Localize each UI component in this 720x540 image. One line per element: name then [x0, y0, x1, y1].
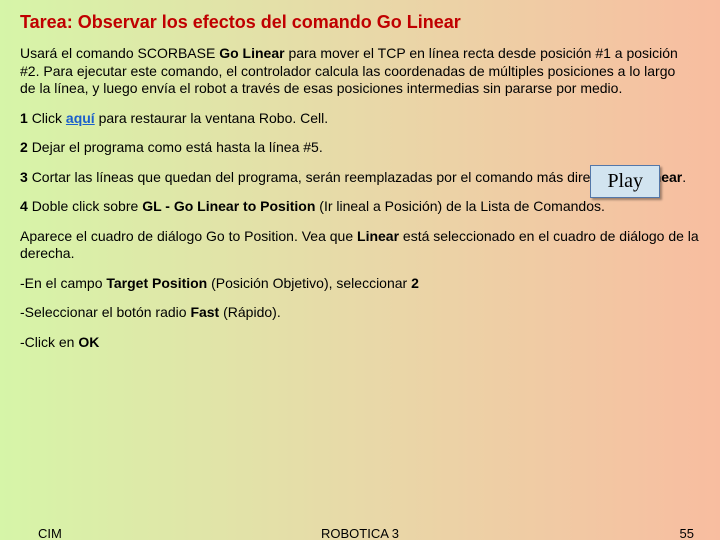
footer-center: ROBOTICA 3 [0, 526, 720, 540]
note-target-bold: Target Position [106, 275, 207, 291]
step-3-pre: Cortar las líneas que quedan del program… [32, 169, 617, 185]
step-4-bold: GL - Go Linear to Position [142, 198, 315, 214]
step-1-pre: Click [32, 110, 66, 126]
step-4: 4 Doble click sobre GL - Go Linear to Po… [20, 198, 700, 216]
step-2: 2 Dejar el programa como está hasta la l… [20, 139, 450, 157]
step-4-num: 4 [20, 198, 32, 214]
step-3-post: . [682, 169, 686, 185]
footer-page-number: 55 [680, 526, 694, 540]
note-fast-bold: Fast [190, 304, 219, 320]
step-1-post: para restaurar la ventana Robo. Cell. [95, 110, 328, 126]
note-target-mid: (Posición Objetivo), seleccionar [207, 275, 411, 291]
step-1-num: 1 [20, 110, 32, 126]
intro-pre: Usará el comando SCORBASE [20, 45, 219, 61]
note-ok: -Click en OK [20, 334, 700, 352]
intro-paragraph: Usará el comando SCORBASE Go Linear para… [20, 45, 680, 98]
play-button[interactable]: Play [590, 165, 660, 198]
page-title: Tarea: Observar los efectos del comando … [20, 12, 700, 33]
note-fast: -Seleccionar el botón radio Fast (Rápido… [20, 304, 700, 322]
note-linear: Aparece el cuadro de diálogo Go to Posit… [20, 228, 700, 263]
step-4-pre: Doble click sobre [32, 198, 143, 214]
step-4-post: (Ir lineal a Posición) de la Lista de Co… [315, 198, 604, 214]
note-fast-pre: -Seleccionar el botón radio [20, 304, 190, 320]
step-1: 1 Click aquí para restaurar la ventana R… [20, 110, 450, 128]
note-ok-pre: -Click en [20, 334, 78, 350]
note-linear-bold: Linear [357, 228, 399, 244]
note-ok-bold: OK [78, 334, 99, 350]
restore-link[interactable]: aquí [66, 110, 95, 126]
note-linear-pre: Aparece el cuadro de diálogo Go to Posit… [20, 228, 357, 244]
note-target-value: 2 [411, 275, 419, 291]
step-2-num: 2 [20, 139, 32, 155]
note-target-pre: -En el campo [20, 275, 106, 291]
step-3-num: 3 [20, 169, 32, 185]
step-2-text: Dejar el programa como está hasta la lín… [32, 139, 323, 155]
note-target: -En el campo Target Position (Posición O… [20, 275, 700, 293]
intro-bold: Go Linear [219, 45, 284, 61]
note-fast-post: (Rápido). [219, 304, 280, 320]
